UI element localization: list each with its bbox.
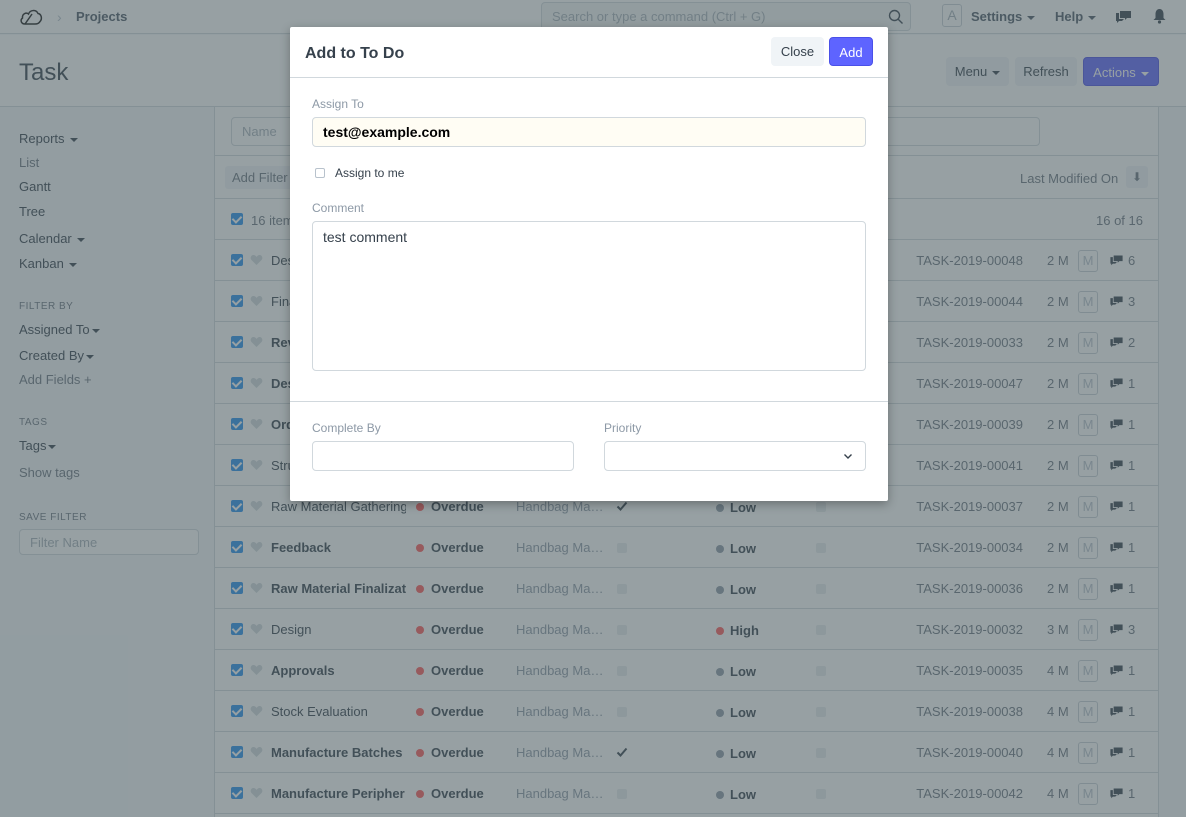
assign-to-me-checkbox[interactable] — [315, 168, 325, 178]
add-to-todo-dialog: Add to To Do Close Add Assign To Assign … — [290, 27, 888, 501]
complete-by-label: Complete By — [312, 421, 381, 435]
modal-title: Add to To Do — [305, 45, 405, 62]
assign-to-me-label[interactable]: Assign to me — [335, 166, 404, 180]
priority-label: Priority — [604, 421, 642, 435]
add-button[interactable]: Add — [829, 37, 873, 66]
assign-to-input[interactable] — [312, 117, 866, 147]
comment-label: Comment — [312, 201, 365, 215]
section-divider — [290, 401, 888, 402]
assign-to-label: Assign To — [312, 97, 364, 111]
chevron-down-icon — [844, 454, 852, 459]
modal-header: Add to To Do Close Add — [290, 27, 888, 78]
comment-textarea[interactable]: test comment — [312, 221, 866, 371]
complete-by-date-input[interactable] — [312, 441, 574, 471]
priority-select[interactable] — [604, 441, 866, 471]
close-button[interactable]: Close — [771, 37, 824, 66]
